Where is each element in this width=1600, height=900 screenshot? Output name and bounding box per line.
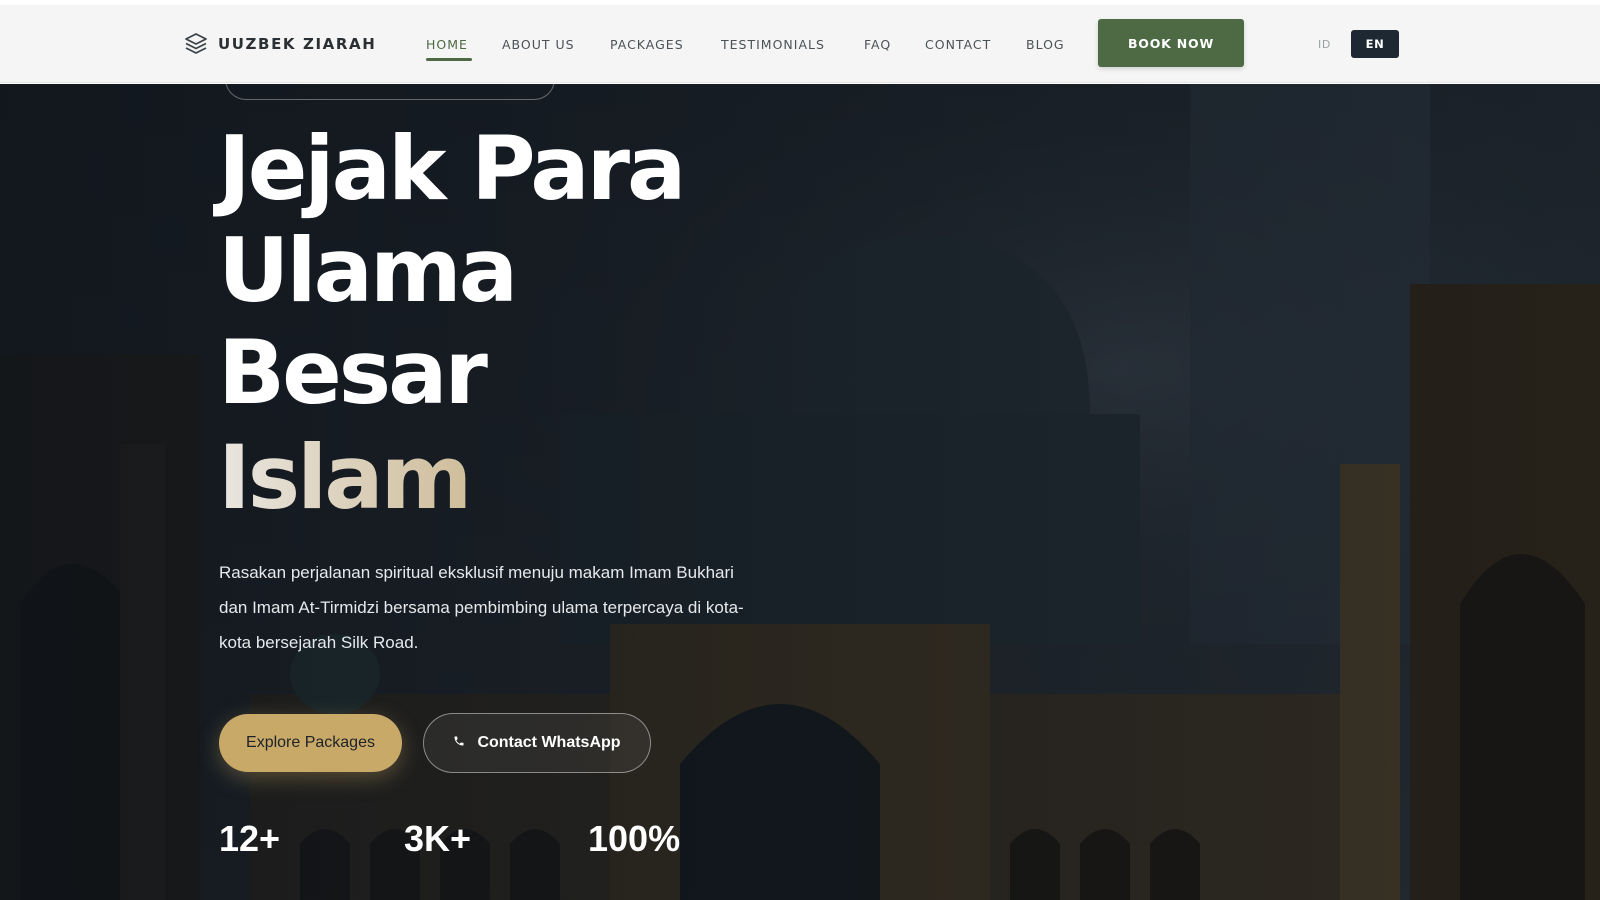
hero-badge-pill: [225, 84, 555, 100]
nav-item-contact[interactable]: CONTACT: [925, 37, 991, 52]
site-header: UUZBEK ZIARAH HOME ABOUT US PACKAGES TES…: [0, 5, 1600, 83]
nav-item-packages[interactable]: PACKAGES: [610, 37, 684, 52]
contact-whatsapp-label: Contact WhatsApp: [477, 734, 621, 751]
lang-en-toggle[interactable]: EN: [1351, 30, 1399, 58]
contact-whatsapp-button[interactable]: Contact WhatsApp: [423, 713, 651, 773]
book-now-button[interactable]: BOOK NOW: [1098, 19, 1244, 67]
hero-headline-line-1: Jejak Para: [218, 117, 686, 220]
nav-item-blog[interactable]: BLOG: [1026, 37, 1065, 52]
lang-id-toggle[interactable]: ID: [1318, 38, 1331, 51]
explore-packages-button[interactable]: Explore Packages: [219, 714, 402, 772]
nav-item-faq[interactable]: FAQ: [864, 37, 891, 52]
hero-description: Rasakan perjalanan spiritual eksklusif m…: [219, 563, 744, 652]
hero-stats: 12+ 3K+ 100%: [219, 818, 819, 868]
hero-headline-line-3: Besar: [218, 321, 488, 424]
stat-value: 100%: [588, 818, 681, 859]
hero-headline-line-2: Ulama: [218, 219, 518, 322]
hero-headline: Jejak Para Ulama Besar Islam: [218, 118, 918, 532]
hero-headline-accent: Islam: [218, 424, 918, 532]
nav-item-home[interactable]: HOME: [426, 37, 468, 52]
stat-value: 12+: [219, 818, 281, 859]
nav-active-underline: [426, 58, 472, 61]
nav-item-about-us[interactable]: ABOUT US: [502, 37, 575, 52]
nav-item-testimonials[interactable]: TESTIMONIALS: [721, 37, 825, 52]
stat-value: 3K+: [404, 818, 472, 859]
hero-section: Jejak Para Ulama Besar Islam Rasakan per…: [0, 84, 1600, 900]
phone-icon: [453, 734, 465, 752]
